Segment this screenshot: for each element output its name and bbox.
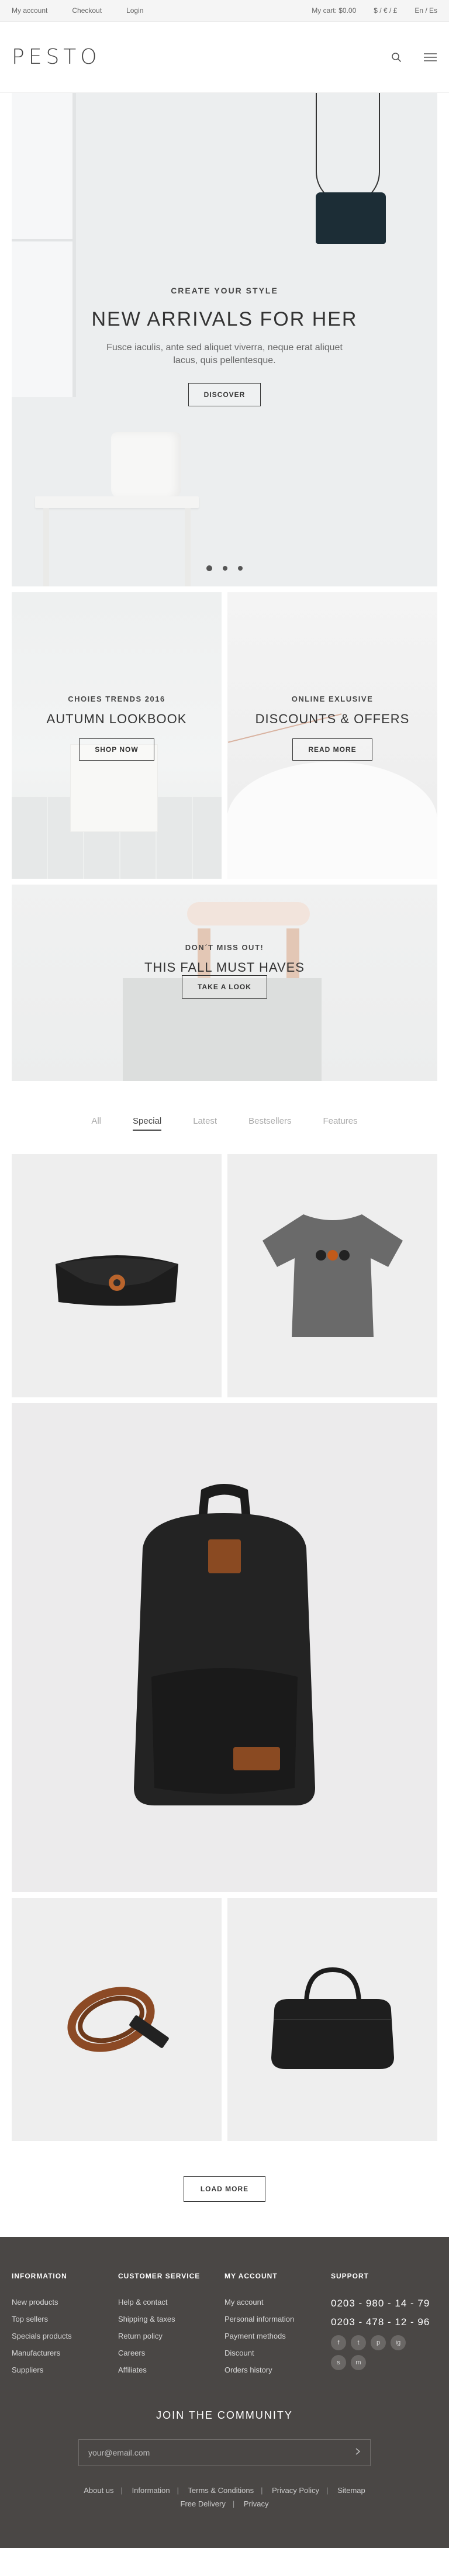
slider-dots xyxy=(12,565,437,571)
tab-bestsellers[interactable]: Bestsellers xyxy=(248,1116,291,1131)
tab-latest[interactable]: Latest xyxy=(193,1116,217,1131)
instagram-icon[interactable]: ig xyxy=(391,2335,406,2350)
hero-bag-strap xyxy=(316,93,380,204)
hero-jug-image xyxy=(111,432,181,499)
clutch-bag-image xyxy=(55,1255,178,1306)
submit-arrow-icon[interactable] xyxy=(355,2447,361,2458)
discover-button[interactable]: DISCOVER xyxy=(188,382,261,406)
language-switcher[interactable]: En / Es xyxy=(415,6,437,15)
logo[interactable]: PESTO xyxy=(12,45,101,69)
footer-link[interactable]: Return policy xyxy=(118,2332,224,2340)
footer-link[interactable]: Affiliates xyxy=(118,2366,224,2374)
checkout-link[interactable]: Checkout xyxy=(72,6,102,15)
promo-title: AUTUMN LOOKBOOK xyxy=(46,712,187,726)
footer-information: INFORMATION New products Top sellers Spe… xyxy=(12,2272,118,2382)
load-more-button[interactable]: LOAD MORE xyxy=(183,2176,266,2202)
footer-heading: MY ACCOUNT xyxy=(224,2272,278,2280)
footer-bottom-link[interactable]: About us xyxy=(84,2486,113,2495)
black-handbag-image xyxy=(271,1967,394,2069)
newsletter-email-input[interactable] xyxy=(88,2448,334,2457)
promo-title: DISCOUNTS & OFFERS xyxy=(255,712,410,726)
product-tabs: All Special Latest Bestsellers Features xyxy=(0,1116,449,1131)
skype-icon[interactable]: s xyxy=(331,2355,346,2370)
hero-slider: CREATE YOUR STYLE NEW ARRIVALS FOR HER F… xyxy=(12,93,437,586)
promo-kicker: ONLINE EXLUSIVE xyxy=(291,695,374,703)
take-a-look-button[interactable]: TAKE A LOOK xyxy=(182,975,267,999)
footer-link[interactable]: Suppliers xyxy=(12,2366,118,2374)
footer-link[interactable]: Specials products xyxy=(12,2332,118,2340)
hero-title: NEW ARRIVALS FOR HER xyxy=(91,308,358,330)
footer-bottom-link[interactable]: Sitemap xyxy=(337,2486,365,2495)
mail-icon[interactable]: m xyxy=(351,2355,366,2370)
product-black-handbag[interactable] xyxy=(227,1898,437,2141)
footer-support: SUPPORT 0203 - 980 - 14 - 79 0203 - 478 … xyxy=(331,2272,437,2382)
footer-link[interactable]: Discount xyxy=(224,2349,331,2357)
login-link[interactable]: Login xyxy=(126,6,143,15)
promo-title: THIS FALL MUST HAVES xyxy=(144,960,305,975)
shop-now-button[interactable]: SHOP NOW xyxy=(79,738,154,761)
footer-bottom-link[interactable]: Privacy Policy xyxy=(272,2486,319,2495)
promo-discounts[interactable]: ONLINE EXLUSIVE DISCOUNTS & OFFERS READ … xyxy=(227,592,437,879)
footer-heading: SUPPORT xyxy=(331,2272,369,2280)
footer-bottom-link[interactable]: Terms & Conditions xyxy=(188,2486,254,2495)
hero-kicker: CREATE YOUR STYLE xyxy=(171,286,278,295)
footer-link[interactable]: Top sellers xyxy=(12,2315,118,2323)
community-title: JOIN THE COMMUNITY xyxy=(156,2409,293,2421)
footer-link[interactable]: Payment methods xyxy=(224,2332,331,2340)
footer-link[interactable]: My account xyxy=(224,2298,331,2306)
footer-bottom-link[interactable]: Free Delivery xyxy=(181,2499,226,2508)
footer-customer-service: CUSTOMER SERVICE Help & contact Shipping… xyxy=(118,2272,224,2382)
hero-stool-image xyxy=(35,496,199,586)
my-account-link[interactable]: My account xyxy=(12,6,47,15)
top-bar: My account Checkout Login My cart: $0.00… xyxy=(0,0,449,22)
slider-dot-3[interactable] xyxy=(238,566,243,571)
newsletter-form xyxy=(78,2439,371,2466)
read-more-button[interactable]: READ MORE xyxy=(292,738,372,761)
cart-link[interactable]: My cart: $0.00 xyxy=(312,6,356,15)
currency-switcher[interactable]: $ / € / £ xyxy=(374,6,397,15)
footer-link[interactable]: Careers xyxy=(118,2349,224,2357)
tab-all[interactable]: All xyxy=(91,1116,101,1131)
footer-link[interactable]: New products xyxy=(12,2298,118,2306)
hero-bag-image xyxy=(316,192,386,244)
footer-link[interactable]: Personal information xyxy=(224,2315,331,2323)
black-backpack-image xyxy=(134,1484,315,1805)
slider-dot-1[interactable] xyxy=(206,565,212,571)
footer-bottom-links: About us | Information | Terms & Condition… xyxy=(84,2486,365,2509)
facebook-icon[interactable]: f xyxy=(331,2335,346,2350)
slider-dot-2[interactable] xyxy=(223,566,227,571)
support-phone-1: 0203 - 980 - 14 - 79 xyxy=(331,2298,430,2309)
header: PESTO xyxy=(0,22,449,93)
footer-my-account: MY ACCOUNT My account Personal informati… xyxy=(224,2272,331,2382)
support-phone-2: 0203 - 478 - 12 - 96 xyxy=(331,2316,430,2328)
footer-heading: INFORMATION xyxy=(12,2272,67,2280)
search-icon[interactable] xyxy=(389,50,403,64)
promo-kicker: DON´T MISS OUT! xyxy=(185,943,264,952)
footer-heading: CUSTOMER SERVICE xyxy=(118,2272,201,2280)
product-grid xyxy=(12,1154,437,2141)
product-clutch-bag[interactable] xyxy=(12,1154,222,1397)
leather-bracelet-image xyxy=(67,1987,169,2052)
hand-image xyxy=(187,902,310,926)
tab-special[interactable]: Special xyxy=(133,1116,162,1131)
footer-link[interactable]: Manufacturers xyxy=(12,2349,118,2357)
promo-fall-must-haves[interactable]: DON´T MISS OUT! THIS FALL MUST HAVES TAK… xyxy=(12,885,437,1081)
footer-link[interactable]: Orders history xyxy=(224,2366,331,2374)
footer-bottom-link[interactable]: Privacy xyxy=(244,2499,269,2508)
tab-features[interactable]: Features xyxy=(323,1116,357,1131)
footer: INFORMATION New products Top sellers Spe… xyxy=(0,2237,449,2548)
menu-icon[interactable] xyxy=(423,50,437,64)
promo-autumn-lookbook[interactable]: CHOIES TRENDS 2016 AUTUMN LOOKBOOK SHOP … xyxy=(12,592,222,879)
grey-tshirt-image xyxy=(262,1214,403,1337)
footer-link[interactable]: Shipping & taxes xyxy=(118,2315,224,2323)
product-grey-tshirt[interactable] xyxy=(227,1154,437,1397)
pinterest-icon[interactable]: p xyxy=(371,2335,386,2350)
promo-kicker: CHOIES TRENDS 2016 xyxy=(68,695,165,703)
twitter-icon[interactable]: t xyxy=(351,2335,366,2350)
product-black-backpack[interactable] xyxy=(12,1403,437,1892)
footer-bottom-link[interactable]: Information xyxy=(132,2486,170,2495)
footer-link[interactable]: Help & contact xyxy=(118,2298,224,2306)
hero-description: Fusce iaculis, ante sed aliquet viverra,… xyxy=(106,343,343,366)
product-leather-bracelet[interactable] xyxy=(12,1898,222,2141)
